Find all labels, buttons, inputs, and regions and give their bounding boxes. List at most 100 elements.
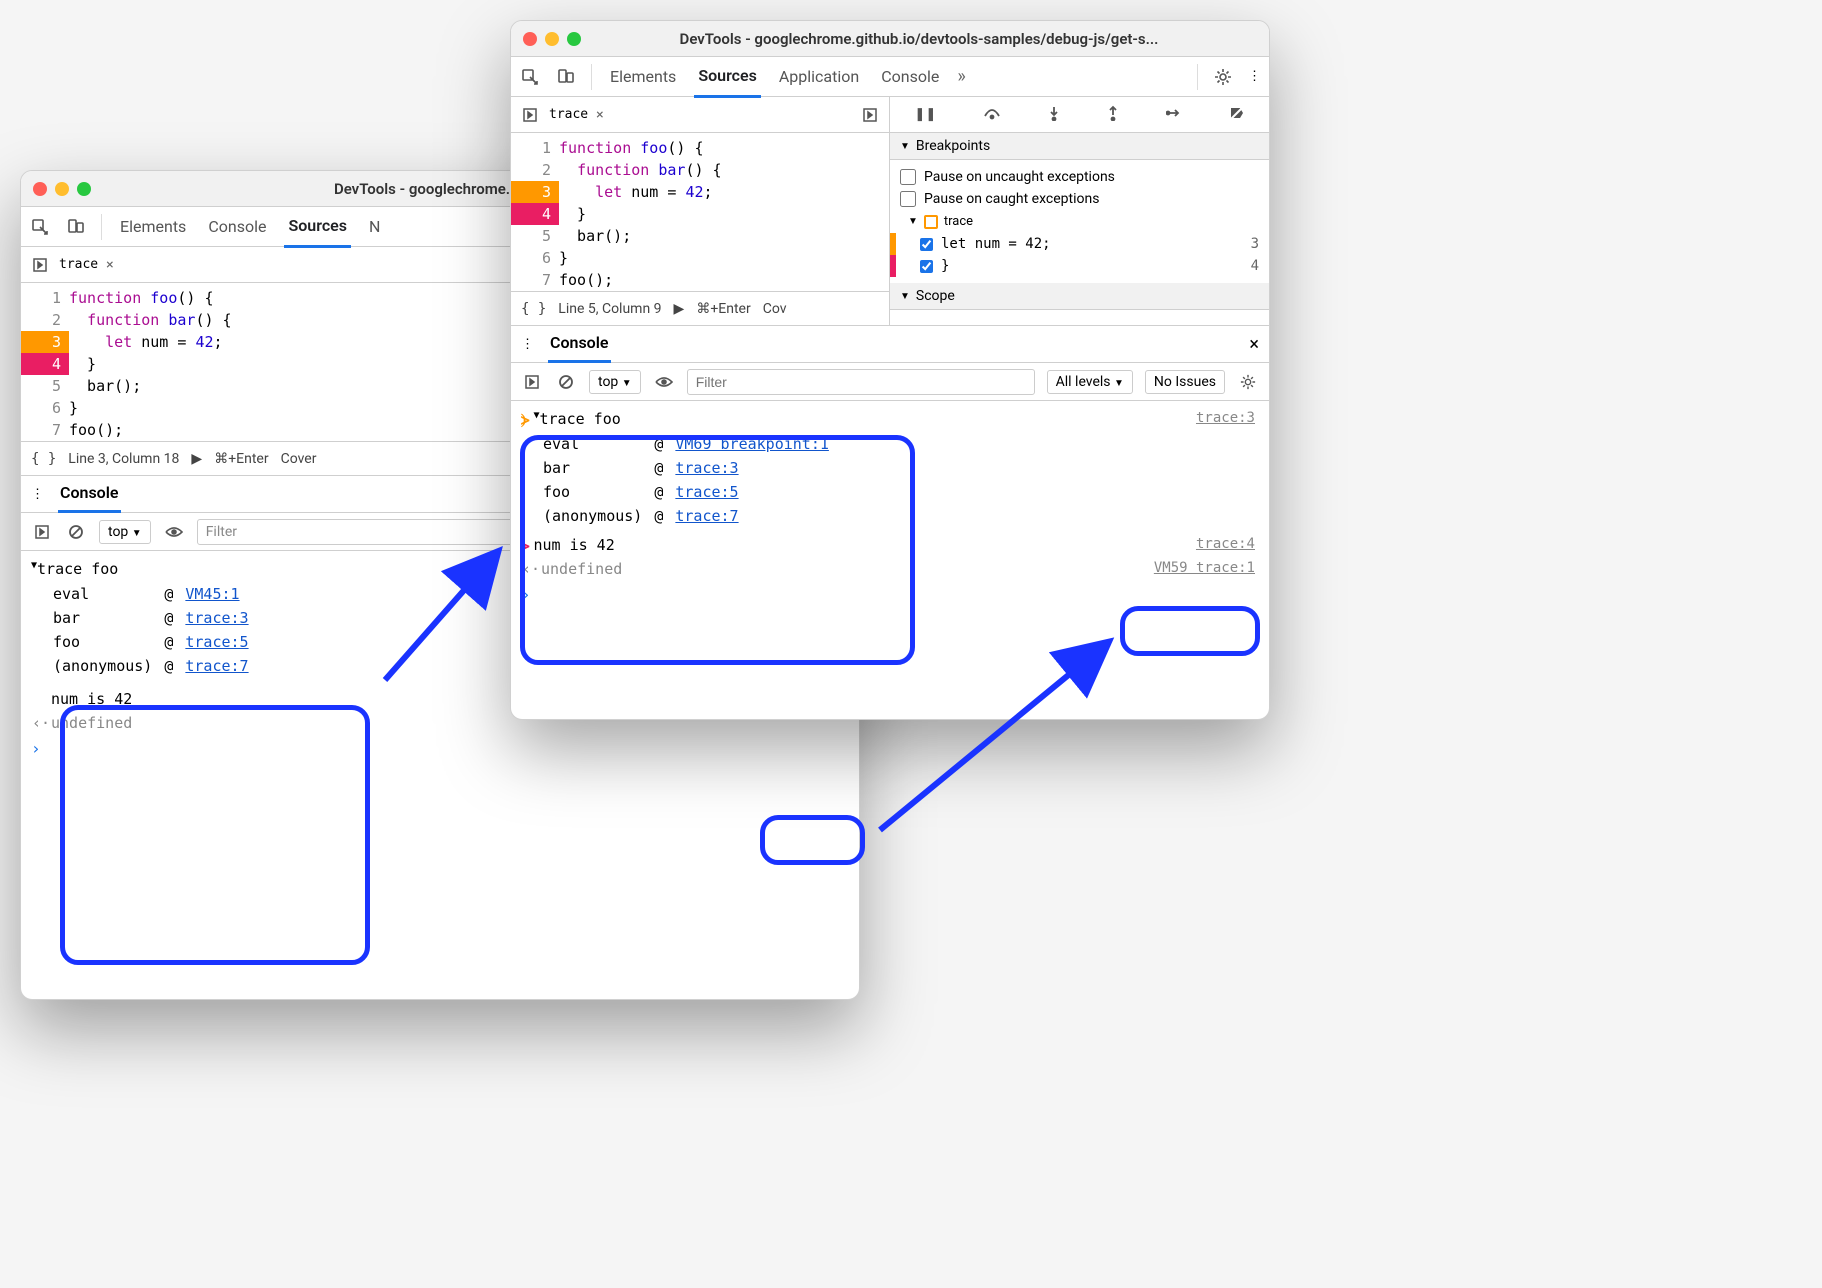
console-prompt[interactable]: › xyxy=(511,581,1269,608)
gear-icon[interactable] xyxy=(1212,66,1234,88)
tab-console[interactable]: Console xyxy=(204,207,270,246)
stack-frame: foo@trace:5 xyxy=(543,481,839,503)
braces-icon[interactable]: { } xyxy=(31,451,56,467)
coverage-label: Cov xyxy=(763,301,787,317)
result-text: undefined xyxy=(541,560,622,578)
line-gutter: 1234567 xyxy=(21,283,69,441)
source-link[interactable]: VM69 breakpoint:1 xyxy=(675,435,829,453)
traffic-lights xyxy=(523,32,581,46)
source-link[interactable]: trace:3 xyxy=(185,609,248,627)
stack-frame: eval@VM45:1 xyxy=(53,583,259,605)
source-link[interactable]: trace:3 xyxy=(675,459,738,477)
separator xyxy=(1197,64,1198,90)
step-icon[interactable] xyxy=(1166,106,1182,124)
issues-button[interactable]: No Issues xyxy=(1145,370,1225,394)
tab-console[interactable]: Console xyxy=(877,57,943,96)
stack-frame: (anonymous)@trace:7 xyxy=(543,505,839,527)
source-link[interactable]: trace:7 xyxy=(675,507,738,525)
tab-elements[interactable]: Elements xyxy=(116,207,190,246)
source-link[interactable]: trace:3 xyxy=(1196,410,1255,426)
code-lines: function foo() { function bar() { let nu… xyxy=(559,133,889,291)
run-icon[interactable] xyxy=(859,104,881,126)
braces-icon[interactable]: { } xyxy=(521,301,546,317)
drawer-tab-console[interactable]: Console xyxy=(58,475,121,513)
prompt-icon: ⦔ xyxy=(521,536,529,554)
breakpoint-item[interactable]: }4 xyxy=(900,255,1259,277)
sidebar-icon[interactable] xyxy=(521,371,543,393)
context-selector[interactable]: top ▼ xyxy=(589,370,641,394)
log-message: num is 42 xyxy=(533,536,614,554)
inspect-icon[interactable] xyxy=(29,216,51,238)
shortcut-hint: ⌘+Enter xyxy=(214,451,268,467)
console-toolbar: top ▼ All levels ▼ No Issues xyxy=(511,363,1269,401)
zoom-icon[interactable] xyxy=(567,32,581,46)
navigator-icon[interactable] xyxy=(29,254,51,276)
close-tab-icon[interactable]: × xyxy=(106,257,113,273)
navigator-icon[interactable] xyxy=(519,104,541,126)
source-link[interactable]: VM59 trace:1 xyxy=(1154,560,1255,576)
kebab-icon[interactable]: ⋮ xyxy=(1248,69,1261,84)
eye-icon[interactable] xyxy=(653,371,675,393)
cursor-position: Line 5, Column 9 xyxy=(558,301,661,317)
pause-icon[interactable]: ❚❚ xyxy=(914,107,936,122)
step-over-icon[interactable] xyxy=(983,106,1001,124)
step-into-icon[interactable] xyxy=(1048,105,1060,125)
console-trace-row[interactable]: ⦔ ▼ trace foo trace:3 xyxy=(511,407,1269,431)
file-tab-trace[interactable]: trace × xyxy=(51,253,122,277)
breakpoints-header[interactable]: ▼Breakpoints xyxy=(890,133,1269,160)
stack-frame: bar@trace:3 xyxy=(543,457,839,479)
stack-frame: bar@trace:3 xyxy=(53,607,259,629)
source-link[interactable]: trace:4 xyxy=(1196,536,1255,552)
inspect-icon[interactable] xyxy=(519,66,541,88)
pause-uncaught-checkbox[interactable]: Pause on uncaught exceptions xyxy=(900,166,1259,188)
snippet-icon xyxy=(924,215,938,229)
scope-header[interactable]: ▼Scope xyxy=(890,283,1269,310)
gear-icon[interactable] xyxy=(1237,371,1259,393)
source-link[interactable]: trace:5 xyxy=(675,483,738,501)
drawer-tabs: ⋮ Console × xyxy=(511,325,1269,363)
close-drawer-icon[interactable]: × xyxy=(1249,334,1259,355)
breakpoint-group[interactable]: ▼trace xyxy=(900,210,1259,233)
zoom-icon[interactable] xyxy=(77,182,91,196)
tab-sources[interactable]: Sources xyxy=(694,56,761,98)
log-message: num is 42 xyxy=(51,690,132,708)
prompt-icon: ⦔ xyxy=(521,410,529,428)
minimize-icon[interactable] xyxy=(545,32,559,46)
sidebar-icon[interactable] xyxy=(31,521,53,543)
tab-application[interactable]: Application xyxy=(775,57,863,96)
breakpoint-item[interactable]: let num = 42;3 xyxy=(900,233,1259,255)
device-icon[interactable] xyxy=(555,66,577,88)
more-tabs-icon[interactable]: » xyxy=(957,66,965,87)
kebab-icon[interactable]: ⋮ xyxy=(31,487,44,502)
trace-label: trace foo xyxy=(37,560,118,578)
device-icon[interactable] xyxy=(65,216,87,238)
eye-icon[interactable] xyxy=(163,521,185,543)
deactivate-bp-icon[interactable] xyxy=(1229,105,1245,125)
console-prompt[interactable]: › xyxy=(21,735,859,762)
close-icon[interactable] xyxy=(33,182,47,196)
close-tab-icon[interactable]: × xyxy=(596,107,603,123)
source-link[interactable]: trace:5 xyxy=(185,633,248,651)
pause-caught-checkbox[interactable]: Pause on caught exceptions xyxy=(900,188,1259,210)
clear-icon[interactable] xyxy=(65,521,87,543)
file-tab-label: trace xyxy=(59,257,98,272)
filter-input[interactable] xyxy=(687,369,1035,395)
tab-elements[interactable]: Elements xyxy=(606,57,680,96)
step-out-icon[interactable] xyxy=(1107,105,1119,125)
close-icon[interactable] xyxy=(523,32,537,46)
code-editor[interactable]: 1234567 function foo() { function bar() … xyxy=(511,133,889,291)
tab-network-truncated[interactable]: N xyxy=(365,207,384,246)
minimize-icon[interactable] xyxy=(55,182,69,196)
play-icon: ▶ xyxy=(674,301,685,317)
context-selector[interactable]: top ▼ xyxy=(99,520,151,544)
levels-selector[interactable]: All levels ▼ xyxy=(1047,370,1133,394)
kebab-icon[interactable]: ⋮ xyxy=(521,337,534,352)
source-link[interactable]: trace:7 xyxy=(185,657,248,675)
drawer-tab-console[interactable]: Console xyxy=(548,325,611,363)
console-body: ⦔ ▼ trace foo trace:3 eval@VM69 breakpoi… xyxy=(511,401,1269,614)
source-link[interactable]: VM45:1 xyxy=(185,585,239,603)
tab-sources[interactable]: Sources xyxy=(284,206,351,248)
status-bar: { } Line 5, Column 9 ▶ ⌘+Enter Cov xyxy=(511,291,889,325)
file-tab-trace[interactable]: trace × xyxy=(541,103,612,127)
clear-icon[interactable] xyxy=(555,371,577,393)
